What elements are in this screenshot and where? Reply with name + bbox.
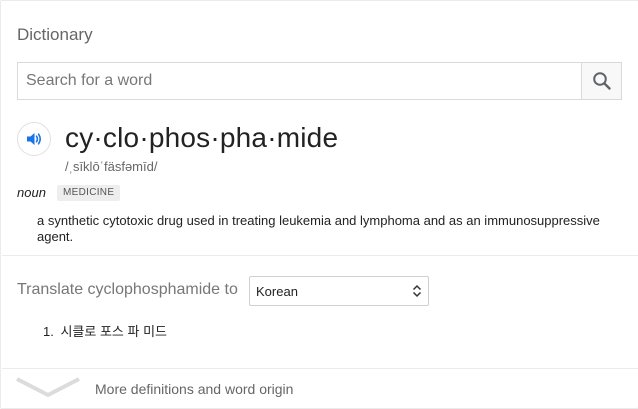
language-select-value: Korean [256, 283, 298, 299]
category-badge: MEDICINE [57, 185, 121, 201]
more-definitions-link[interactable]: More definitions and word origin [95, 381, 293, 397]
divider [2, 255, 638, 256]
dictionary-card: Dictionary cy·clo·phos·pha·mide /ˌsīklōˈ… [0, 0, 638, 409]
headword: cy·clo·phos·pha·mide [65, 122, 339, 153]
language-select[interactable]: Korean [249, 276, 429, 306]
expand-button[interactable] [15, 375, 81, 401]
select-arrows-icon [412, 284, 422, 298]
pronunciation: /ˌsīklōˈfäsfəmīd/ [65, 159, 158, 174]
search-box [17, 62, 622, 100]
translate-label: Translate cyclophosphamide to [17, 281, 238, 298]
pronunciation-audio-button[interactable] [17, 122, 51, 156]
translation-number: 1. [43, 324, 54, 339]
part-of-speech: noun [17, 185, 46, 200]
panel-title: Dictionary [17, 25, 93, 44]
search-icon [592, 71, 612, 91]
speaker-icon [24, 129, 44, 149]
search-input[interactable] [18, 63, 581, 99]
definition-text: a synthetic cytotoxic drug used in treat… [37, 213, 600, 244]
translation-result: 1. 시클로 포스 파 미드 [43, 321, 167, 340]
search-button[interactable] [581, 63, 621, 99]
divider [2, 368, 638, 369]
translation-text: 시클로 포스 파 미드 [60, 324, 167, 339]
chevron-down-icon [15, 375, 81, 406]
